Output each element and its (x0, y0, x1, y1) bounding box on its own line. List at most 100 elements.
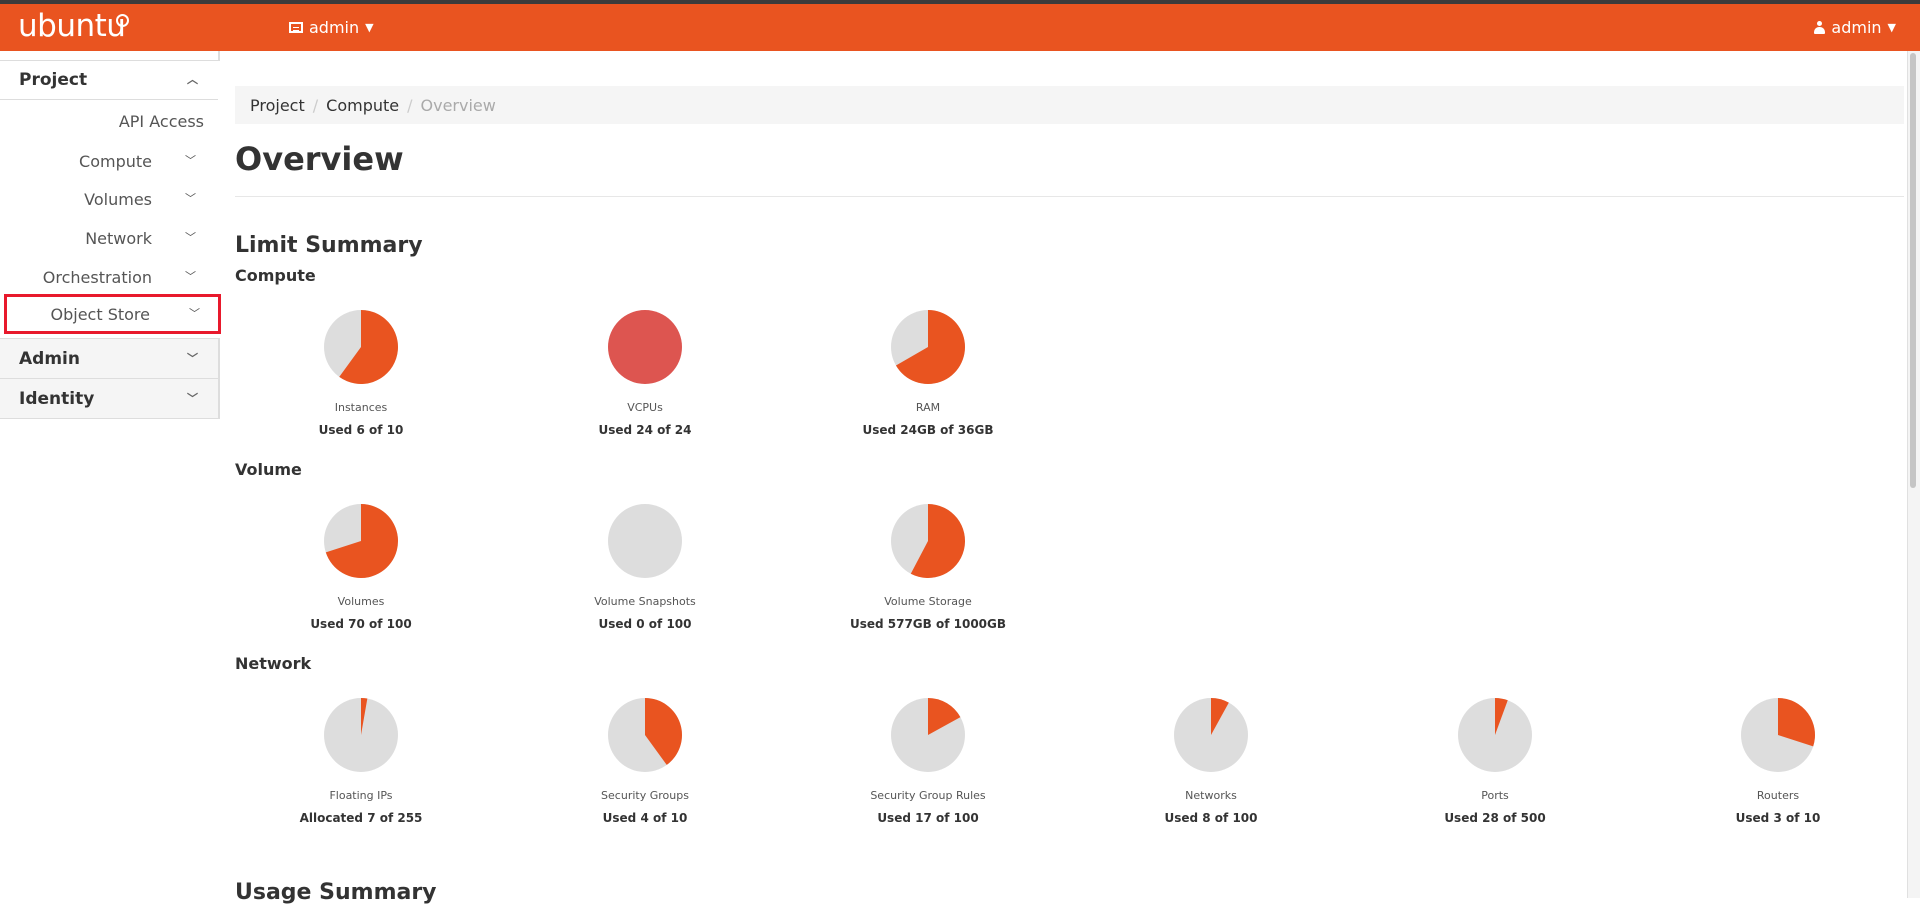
sidebar-item-label: Compute (79, 152, 152, 171)
sidebar-group-label: Identity (19, 388, 95, 409)
page-scrollbar[interactable] (1907, 51, 1920, 898)
sidebar-group-label: Admin (19, 348, 80, 369)
pie-usage-text: Used 28 of 500 (1444, 811, 1546, 825)
pie-chart-item: Routers Used 3 of 10 (1668, 697, 1888, 825)
breadcrumb-link-compute[interactable]: Compute (326, 96, 399, 115)
sidebar-item-object-store[interactable]: Object Store ﹀ (4, 294, 221, 334)
pie-label: Networks (1185, 789, 1237, 802)
usage-pie (1174, 698, 1248, 772)
sidebar-item-label: Network (85, 229, 152, 248)
pie-chart-item: RAM Used 24GB of 36GB (818, 309, 1038, 437)
pie-label: Floating IPs (329, 789, 393, 802)
chevron-down-icon: ﹀ (187, 392, 198, 405)
usage-pie (324, 698, 398, 772)
limit-summary-heading: Limit Summary (235, 233, 423, 258)
pie-chart-item: Volume Snapshots Used 0 of 100 (535, 503, 755, 631)
chevron-down-icon: ﹀ (185, 154, 196, 167)
pie-usage-text: Used 8 of 100 (1164, 811, 1258, 825)
sidebar-group-label: Project (19, 69, 88, 90)
caret-down-icon: ▼ (365, 21, 374, 34)
breadcrumb-current: Overview (420, 95, 496, 115)
pie-usage-text: Used 3 of 10 (1735, 811, 1821, 825)
sidebar-item-orchestration[interactable]: Orchestration ﹀ (0, 259, 218, 297)
pie-chart-item: Security Group Rules Used 17 of 100 (818, 697, 1038, 825)
usage-pie (608, 504, 682, 578)
chevron-down-icon: ﹀ (189, 307, 200, 320)
usage-pie (608, 310, 682, 384)
pie-usage-text: Used 0 of 100 (598, 617, 692, 631)
pie-chart-item: VCPUs Used 24 of 24 (535, 309, 755, 437)
sidebar-item-volumes[interactable]: Volumes ﹀ (0, 181, 218, 219)
breadcrumb: Project / Compute / Overview (235, 86, 1904, 124)
circle-of-friends-icon (116, 14, 129, 27)
pie-chart-item: Security Groups Used 4 of 10 (535, 697, 755, 825)
pie-label: Ports (1481, 789, 1509, 802)
pie-usage-text: Used 17 of 100 (877, 811, 979, 825)
sidebar-group-admin[interactable]: Admin ﹀ (0, 338, 220, 379)
pie-chart-item: Volume Storage Used 577GB of 1000GB (818, 503, 1038, 631)
usage-pie (324, 504, 399, 578)
sidebar-item-network[interactable]: Network ﹀ (0, 220, 218, 258)
ubuntu-logo[interactable]: ubuntu (18, 8, 126, 44)
chevron-down-icon: ﹀ (185, 231, 196, 244)
pie-usage-text: Used 24GB of 36GB (862, 423, 994, 437)
volume-section-heading: Volume (235, 460, 302, 479)
user-icon (1814, 21, 1826, 34)
usage-pie (891, 698, 965, 772)
sidebar-item-label: Orchestration (42, 268, 152, 287)
pie-usage-text: Allocated 7 of 255 (299, 811, 423, 825)
pie-label: Volume Snapshots (594, 595, 696, 608)
pie-label: Routers (1756, 789, 1800, 802)
usage-summary-heading: Usage Summary (235, 880, 437, 905)
brand-text: ubuntu (18, 8, 126, 44)
pie-label: Security Group Rules (870, 789, 986, 802)
user-menu-dropdown[interactable]: admin ▼ (1814, 18, 1896, 37)
chevron-up-icon: ︿ (187, 73, 198, 86)
pie-usage-text: Used 24 of 24 (598, 423, 692, 437)
usage-pie (891, 504, 966, 578)
pie-label: Volume Storage (884, 595, 972, 608)
usage-pie (1458, 698, 1532, 772)
chevron-down-icon: ﹀ (185, 270, 196, 283)
project-tile-icon (289, 22, 303, 33)
pie-chart-item: Instances Used 6 of 10 (251, 309, 471, 437)
title-divider (235, 196, 1904, 197)
pie-chart-item: Volumes Used 70 of 100 (251, 503, 471, 631)
project-selector-dropdown[interactable]: admin ▼ (289, 18, 374, 37)
pie-label: RAM (915, 401, 941, 414)
sidebar-item-label: API Access (118, 112, 204, 131)
chevron-down-icon: ﹀ (185, 192, 196, 205)
breadcrumb-link-project[interactable]: Project (250, 96, 305, 115)
pie-slice-used (608, 310, 682, 384)
breadcrumb-separator: / (312, 95, 319, 115)
breadcrumb-separator: / (407, 95, 413, 115)
sidebar-group-identity[interactable]: Identity ﹀ (0, 378, 220, 419)
network-section-heading: Network (235, 654, 312, 673)
usage-pie (608, 698, 682, 772)
project-selector-label: admin (309, 18, 360, 37)
pie-slice-free (608, 504, 682, 578)
pie-label: Volumes (337, 595, 385, 608)
pie-usage-text: Used 70 of 100 (310, 617, 412, 631)
top-navbar: ubuntu admin ▼ admin ▼ (0, 4, 1920, 51)
scrollbar-thumb[interactable] (1910, 53, 1916, 488)
pie-usage-text: Used 577GB of 1000GB (849, 617, 1007, 631)
sidebar-group-project[interactable]: Project ︿ (0, 60, 218, 100)
usage-pie (324, 310, 399, 384)
compute-section-heading: Compute (235, 266, 316, 285)
pie-label: VCPUs (627, 401, 663, 414)
sidebar-item-compute[interactable]: Compute ﹀ (0, 143, 218, 181)
pie-chart-item: Networks Used 8 of 100 (1101, 697, 1321, 825)
sidebar-item-label: Volumes (84, 190, 152, 209)
caret-down-icon: ▼ (1887, 21, 1896, 34)
sidebar-item-label: Object Store (50, 305, 150, 324)
pie-label: Security Groups (601, 789, 689, 802)
usage-pie (891, 310, 966, 384)
pie-usage-text: Used 6 of 10 (318, 423, 404, 437)
page-title: Overview (235, 140, 404, 178)
sidebar-item-api-access[interactable]: API Access (0, 103, 218, 141)
pie-label: Instances (334, 401, 388, 414)
usage-pie (1741, 698, 1815, 772)
user-menu-label: admin (1831, 18, 1882, 37)
pie-chart-item: Ports Used 28 of 500 (1385, 697, 1605, 825)
